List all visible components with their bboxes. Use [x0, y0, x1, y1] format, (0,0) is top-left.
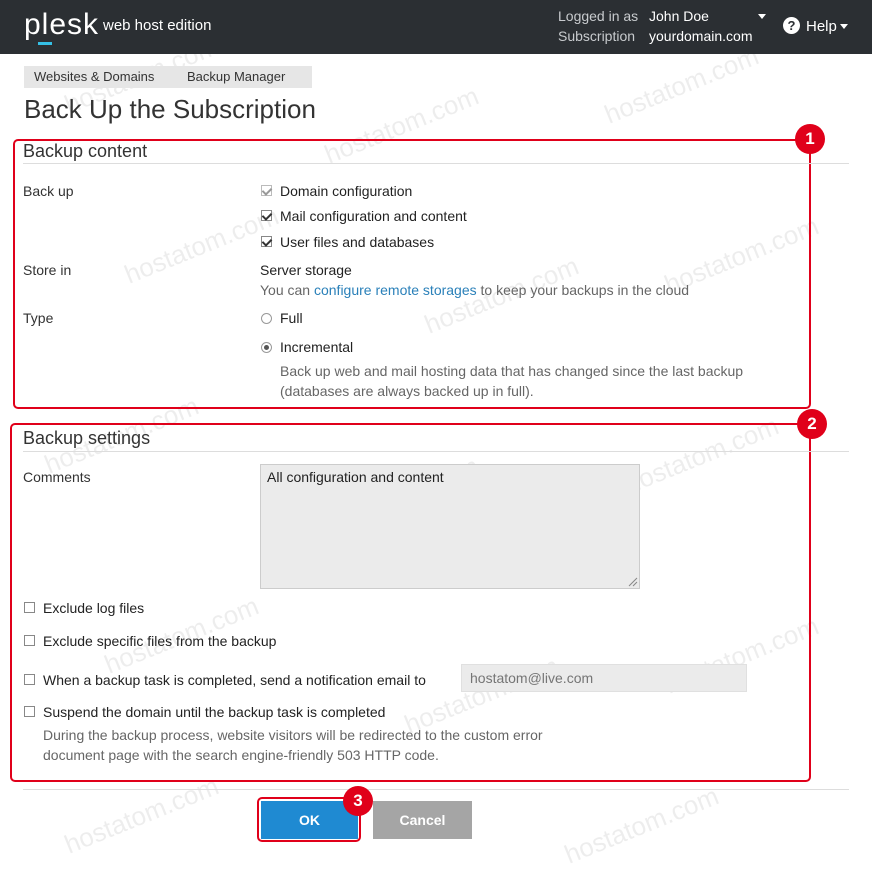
exclude-log-files-checkbox[interactable] — [24, 602, 35, 613]
type-incremental-label[interactable]: Incremental — [280, 339, 353, 355]
breadcrumb-websites-domains[interactable]: Websites & Domains — [24, 66, 192, 88]
store-hint: You can configure remote storages to kee… — [260, 282, 689, 298]
user-files-label[interactable]: User files and databases — [280, 234, 434, 250]
step-badge-2: 2 — [797, 409, 827, 439]
chevron-down-icon[interactable] — [840, 24, 848, 29]
watermark-text: hostatom.com — [560, 780, 723, 870]
subscription-label: Subscription — [558, 28, 636, 44]
page-title: Back Up the Subscription — [24, 94, 316, 124]
breadcrumb-separator — [297, 66, 305, 88]
breadcrumb-backup-manager[interactable]: Backup Manager — [177, 66, 312, 88]
section-title-backup-settings: Backup settings — [23, 428, 151, 448]
chevron-down-icon[interactable] — [758, 14, 766, 19]
section-divider — [23, 163, 849, 164]
resize-grip-icon[interactable] — [628, 577, 638, 587]
help-menu[interactable]: Help — [806, 18, 837, 35]
logged-in-label: Logged in as — [558, 8, 639, 24]
footer-divider — [23, 789, 849, 790]
exclude-specific-files-label[interactable]: Exclude specific files from the backup — [43, 633, 276, 649]
suspend-domain-label[interactable]: Suspend the domain until the backup task… — [43, 704, 385, 720]
watermark-text: hostatom.com — [600, 40, 763, 130]
section-title-backup-content: Backup content — [23, 141, 148, 161]
exclude-log-files-label[interactable]: Exclude log files — [43, 600, 144, 616]
user-menu[interactable]: John Doe — [649, 8, 709, 24]
section-divider — [23, 451, 849, 452]
step-badge-1: 1 — [795, 124, 825, 154]
configure-remote-storages-link[interactable]: configure remote storages — [314, 282, 477, 298]
mail-config-checkbox[interactable] — [261, 210, 272, 221]
backup-label: Back up — [23, 183, 74, 199]
store-in-label: Store in — [23, 262, 72, 278]
type-full-radio[interactable] — [261, 313, 272, 324]
edition-label: web host edition — [103, 17, 212, 34]
notify-email-checkbox[interactable] — [24, 674, 35, 685]
store-in-value: Server storage — [260, 262, 352, 278]
store-hint-pre: You can — [260, 282, 311, 298]
incremental-description-2: (databases are always backed up in full)… — [280, 383, 534, 399]
user-files-checkbox[interactable] — [261, 236, 272, 247]
domain-config-label: Domain configuration — [280, 183, 413, 199]
subscription-value[interactable]: yourdomain.com — [649, 28, 753, 44]
suspend-description-2: document page with the search engine-fri… — [43, 747, 439, 763]
plesk-logo[interactable]: plesk — [24, 8, 99, 42]
domain-config-checkbox — [261, 185, 272, 196]
comments-label: Comments — [23, 469, 91, 485]
watermark-text: hostatom.com — [60, 770, 223, 860]
mail-config-label[interactable]: Mail configuration and content — [280, 208, 467, 224]
cancel-button[interactable]: Cancel — [373, 801, 472, 839]
notify-email-label[interactable]: When a backup task is completed, send a … — [43, 672, 426, 688]
step-badge-3: 3 — [343, 786, 373, 816]
notify-email-input[interactable] — [461, 664, 747, 692]
suspend-domain-checkbox[interactable] — [24, 706, 35, 717]
suspend-description: During the backup process, website visit… — [43, 727, 543, 743]
type-incremental-radio[interactable] — [261, 342, 272, 353]
comments-textarea[interactable]: All configuration and content — [260, 464, 640, 589]
incremental-description: Back up web and mail hosting data that h… — [280, 363, 744, 379]
logo-accent — [38, 42, 52, 45]
exclude-specific-files-checkbox[interactable] — [24, 635, 35, 646]
help-icon[interactable]: ? — [783, 17, 800, 34]
type-label: Type — [23, 310, 54, 326]
store-hint-post: to keep your backups in the cloud — [480, 282, 690, 298]
type-full-label[interactable]: Full — [280, 310, 303, 326]
